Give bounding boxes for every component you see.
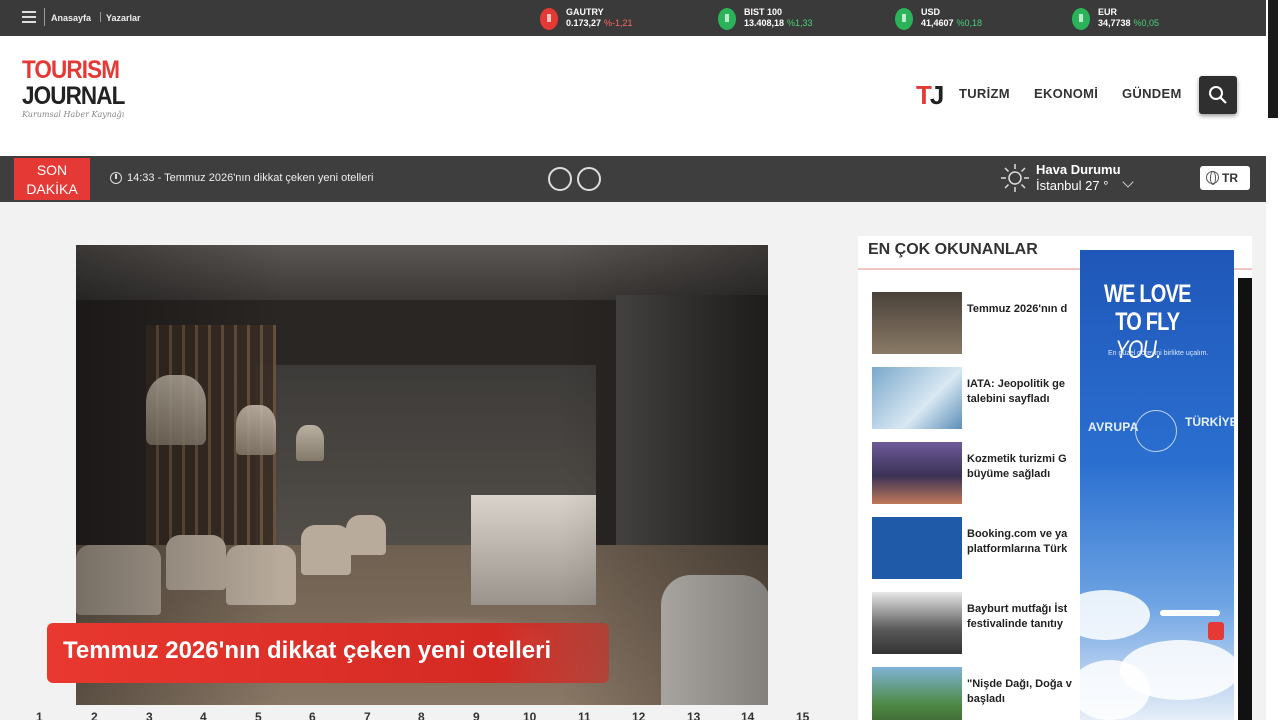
arrow-up-icon — [1072, 8, 1090, 30]
page-link[interactable]: 7 — [364, 710, 371, 720]
page-link[interactable]: 6 — [309, 710, 316, 720]
ticker-name: GAUTRY — [566, 7, 604, 17]
ticker-value: 13.408,18 %1,33 — [744, 18, 813, 28]
page-link[interactable]: 11 — [578, 710, 591, 720]
next-button[interactable] — [577, 167, 601, 191]
ticker-change: %1,33 — [787, 18, 813, 28]
airline-logo — [1208, 622, 1224, 640]
ticker-value: 41,4607 %0,18 — [921, 18, 983, 28]
breaking-label: SON DAKİKA — [14, 158, 90, 200]
page-link[interactable]: 1 — [36, 710, 43, 720]
sun-icon — [1001, 164, 1029, 192]
site-header: TOURISM JOURNAL Kurumsal Haber Kaynağı T… — [0, 36, 1266, 156]
page-link[interactable]: 9 — [473, 710, 480, 720]
logo-line2: JOURNAL — [22, 82, 125, 110]
thumbnail — [872, 367, 962, 429]
arrow-up-icon — [718, 8, 736, 30]
top-bar: Anasayfa Yazarlar GAUTRY 0.173,27 %-1,21 … — [0, 0, 1266, 36]
thumbnail — [872, 592, 962, 654]
arrow-down-icon — [540, 8, 558, 30]
ad-frame-edge — [1238, 278, 1252, 720]
breaking-headline[interactable]: 14:33 - Temmuz 2026'nın dikkat çeken yen… — [127, 172, 373, 184]
ad-left-word: AVRUPA — [1088, 420, 1139, 434]
ticker-name: BIST 100 — [744, 7, 783, 17]
clock-icon — [110, 172, 122, 184]
route-ring — [1135, 410, 1177, 452]
ad-subtext: En güzel görevini birlikte uçalım. — [1108, 350, 1209, 357]
page-link[interactable]: 4 — [200, 710, 207, 720]
globe-icon — [1206, 171, 1219, 185]
divider — [100, 12, 101, 22]
thumbnail — [872, 442, 962, 504]
most-read-title: EN ÇOK OKUNANLAR — [868, 241, 1038, 258]
weather-title: Hava Durumu — [1036, 162, 1121, 177]
link-authors[interactable]: Yazarlar — [106, 13, 141, 23]
weather-location[interactable]: İstanbul 27 ° — [1036, 178, 1108, 193]
scrollbar-thumb[interactable] — [1268, 0, 1278, 118]
language-button[interactable]: TR — [1200, 166, 1250, 190]
arrow-up-icon — [895, 8, 913, 30]
ticker-change: %0,18 — [956, 18, 983, 28]
nav-economy[interactable]: EKONOMİ — [1034, 86, 1098, 101]
page-link[interactable]: 14 — [741, 710, 754, 720]
menu-icon[interactable] — [22, 11, 36, 23]
airplane-icon — [1160, 610, 1220, 616]
nav-agenda[interactable]: GÜNDEM — [1122, 86, 1182, 101]
page-link[interactable]: 15 — [796, 710, 809, 720]
thumbnail — [872, 517, 962, 579]
thumbnail — [872, 667, 962, 720]
logo-tagline: Kurumsal Haber Kaynağı — [22, 110, 125, 119]
page-link[interactable]: 12 — [632, 710, 645, 720]
ticker-name: EUR — [1098, 7, 1118, 17]
page-link[interactable]: 8 — [418, 710, 425, 720]
page-link[interactable]: 3 — [146, 710, 153, 720]
link-home[interactable]: Anasayfa — [51, 13, 91, 23]
pagination: 1 2 3 4 5 6 7 8 9 10 11 12 13 14 15 — [20, 708, 820, 720]
nav-tourism[interactable]: TURİZM — [959, 86, 1010, 101]
prev-button[interactable] — [548, 167, 572, 191]
page-link[interactable]: 10 — [523, 710, 536, 720]
page-link[interactable]: 13 — [687, 710, 700, 720]
ticker-value: 34,7738 %0,05 — [1098, 18, 1160, 28]
thumbnail — [872, 292, 962, 354]
page-link[interactable]: 2 — [91, 710, 98, 720]
logo-line1: TOURISM — [22, 56, 120, 84]
language-code: TR — [1222, 171, 1238, 185]
divider — [44, 8, 45, 26]
advertisement-banner[interactable]: WE LOVE TO FLY YOU. En güzel görevini bi… — [1080, 250, 1234, 720]
ticker-value: 0.173,27 %-1,21 — [566, 18, 633, 28]
search-button[interactable] — [1199, 76, 1237, 114]
ad-right-word: TÜRKİYE — [1185, 415, 1234, 429]
page-scrollbar[interactable] — [1266, 0, 1280, 720]
tj-logo[interactable]: TJ — [916, 80, 944, 111]
search-icon — [1209, 86, 1227, 104]
ticker-name: USD — [921, 7, 941, 17]
site-logo[interactable]: TOURISM JOURNAL Kurumsal Haber Kaynağı — [22, 56, 132, 120]
ticker-change: %0,05 — [1133, 18, 1160, 28]
page-link[interactable]: 5 — [255, 710, 262, 720]
hero-caption[interactable]: Temmuz 2026'nın dikkat çeken yeni otelle… — [47, 623, 609, 683]
ticker-change: %-1,21 — [604, 18, 633, 28]
